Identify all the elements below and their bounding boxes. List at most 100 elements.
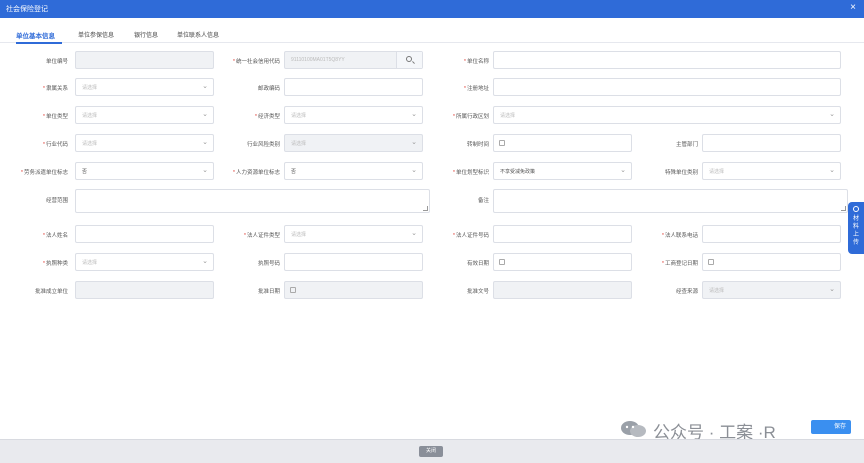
wechat-icon (621, 421, 646, 437)
resize-handle-icon[interactable] (423, 206, 428, 211)
hr-unit-label: *人力资源单位标志 (214, 168, 280, 176)
industry-code-placeholder: 请选择 (82, 141, 98, 147)
unit-name-label-text: 单位名称 (466, 59, 489, 65)
license-type-select[interactable]: 请选择 ⌄ (75, 253, 214, 271)
valid-date-date-picker[interactable] (493, 253, 632, 271)
legal-rep-phone-input[interactable] (702, 225, 841, 243)
unit-number-label-text: 单位编号 (45, 59, 68, 65)
transfer-time-date-picker[interactable] (493, 134, 632, 152)
postal-code-input[interactable] (284, 78, 423, 96)
remarks-label: 备注 (423, 196, 489, 204)
data-source-select: 请选择 ⌄ (702, 281, 841, 299)
special-unit-placeholder: 请选择 (709, 169, 725, 175)
license-number-input[interactable] (284, 253, 423, 271)
dialog-window: 社会保险登记 × 单位基本信息 单位参保信息 银行信息 单位联系人信息 单位编号… (0, 0, 864, 463)
approval-date-date-picker (284, 281, 423, 299)
unit-basic-info-form: 单位编号 *统一社会信用代码 91110100MA01T5Q8YY *单位名称 *隶属关… (0, 0, 864, 463)
industry-code-select[interactable]: 请选择 ⌄ (75, 134, 214, 152)
legal-rep-name-label: *法人姓名 (2, 231, 68, 239)
business-scope-label: 经营范围 (2, 196, 68, 204)
supervisor-dept-label-text: 主管部门 (675, 142, 698, 148)
chevron-down-icon: ⌄ (411, 139, 417, 146)
credit-code-label: *统一社会信用代码 (214, 57, 280, 65)
chevron-down-icon: ⌄ (829, 167, 835, 174)
required-marker: * (463, 86, 466, 92)
credit-code-input: 91110100MA01T5Q8YY (284, 51, 423, 69)
required-marker: * (463, 59, 466, 65)
labor-dispatch-select[interactable]: 否 ⌄ (75, 162, 214, 180)
legal-rep-id-type-select[interactable]: 请选择 ⌄ (284, 225, 423, 243)
unit-scale-value: 不享受减免政策 (500, 169, 536, 175)
legal-rep-name-input[interactable] (75, 225, 214, 243)
material-upload-label: 材料上传 (853, 216, 860, 246)
hr-unit-select[interactable]: 否 ⌄ (284, 162, 423, 180)
special-unit-label: 特殊单位类别 (632, 168, 698, 176)
chevron-down-icon: ⌄ (411, 230, 417, 237)
legal-rep-name-label-text: 法人姓名 (45, 233, 68, 239)
supervisor-dept-input[interactable] (702, 134, 841, 152)
admin-region-label: *所属行政区划 (423, 112, 489, 120)
save-button[interactable]: 保存 (811, 420, 851, 434)
business-scope-textarea[interactable] (75, 189, 430, 213)
affiliation-label: *隶属关系 (2, 84, 68, 92)
search-icon (406, 56, 412, 62)
license-number-label-text: 执照号码 (257, 261, 280, 267)
labor-dispatch-value: 否 (82, 169, 88, 175)
hr-unit-label-text: 人力资源单位标志 (235, 170, 280, 176)
chevron-down-icon: ⌄ (411, 167, 417, 174)
postal-code-label: 邮政编码 (214, 84, 280, 92)
chevron-down-icon: ⌄ (202, 139, 208, 146)
special-unit-select[interactable]: 请选择 ⌄ (702, 162, 841, 180)
legal-rep-id-number-input[interactable] (493, 225, 632, 243)
business-reg-date-label: *工商登记日期 (632, 259, 698, 267)
calendar-icon (290, 287, 296, 293)
valid-date-label: 有效日期 (423, 259, 489, 267)
remarks-textarea[interactable] (493, 189, 848, 213)
economic-type-select[interactable]: 请选择 ⌄ (284, 106, 423, 124)
material-upload-tab[interactable]: 材料上传 (848, 202, 864, 254)
unit-type-label: *单位类型 (2, 112, 68, 120)
affiliation-label-text: 隶属关系 (45, 86, 68, 92)
valid-date-label-text: 有效日期 (466, 261, 489, 267)
approving-unit-label: 批准成立单位 (2, 287, 68, 295)
industry-risk-select: 请选择 ⌄ (284, 134, 423, 152)
search-button[interactable] (396, 52, 422, 68)
business-reg-date-date-picker[interactable] (702, 253, 841, 271)
chevron-down-icon: ⌄ (829, 111, 835, 118)
special-unit-label-text: 特殊单位类别 (664, 170, 698, 176)
labor-dispatch-label: *劳务派遣单位标志 (2, 168, 68, 176)
economic-type-label: *经济类型 (214, 112, 280, 120)
required-marker: * (661, 261, 664, 267)
chevron-down-icon: ⌄ (829, 286, 835, 293)
legal-rep-phone-label-text: 法人联系电话 (664, 233, 698, 239)
legal-rep-id-number-label: *法人证件号码 (423, 231, 489, 239)
affiliation-select[interactable]: 请选择 ⌄ (75, 78, 214, 96)
legal-rep-id-type-label-text: 法人证件类型 (246, 233, 280, 239)
license-type-label-text: 执照种类 (45, 261, 68, 267)
required-marker: * (42, 114, 45, 120)
registered-address-input[interactable] (493, 78, 841, 96)
economic-type-placeholder: 请选择 (291, 113, 307, 119)
admin-region-label-text: 所属行政区划 (455, 114, 489, 120)
unit-number-label: 单位编号 (2, 57, 68, 65)
required-marker: * (254, 114, 257, 120)
unit-type-select[interactable]: 请选择 ⌄ (75, 106, 214, 124)
required-marker: * (232, 59, 235, 65)
resize-handle-icon[interactable] (841, 206, 846, 211)
unit-scale-label: *单位划型标识 (423, 168, 489, 176)
postal-code-label-text: 邮政编码 (257, 86, 280, 92)
data-source-label-text: 经查来源 (675, 289, 698, 295)
unit-name-input[interactable] (493, 51, 841, 69)
required-marker: * (20, 170, 23, 176)
industry-risk-label-text: 行业风险类别 (246, 142, 280, 148)
close-button[interactable]: 关闭 (419, 446, 443, 457)
unit-scale-select[interactable]: 不享受减免政策 ⌄ (493, 162, 632, 180)
admin-region-select[interactable]: 请选择 ⌄ (493, 106, 841, 124)
chevron-down-icon: ⌄ (620, 167, 626, 174)
required-marker: * (42, 142, 45, 148)
calendar-icon (499, 259, 505, 265)
data-source-label: 经查来源 (632, 287, 698, 295)
legal-rep-id-type-placeholder: 请选择 (291, 232, 307, 238)
required-marker: * (42, 86, 45, 92)
required-marker: * (42, 233, 45, 239)
